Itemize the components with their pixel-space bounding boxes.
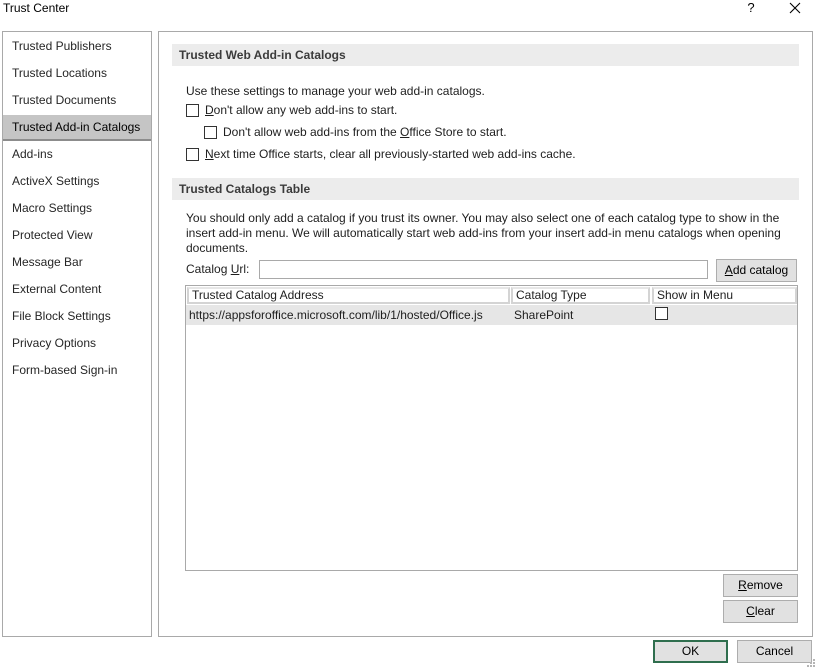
sidebar-item-macro-settings[interactable]: Macro Settings — [3, 196, 151, 220]
sidebar-item-file-block-settings[interactable]: File Block Settings — [3, 304, 151, 328]
sidebar-item-add-ins[interactable]: Add-ins — [3, 142, 151, 166]
show-in-menu-checkbox[interactable] — [655, 307, 668, 320]
sidebar-item-protected-view[interactable]: Protected View — [3, 223, 151, 247]
disallow-office-store-label[interactable]: Don't allow web add-ins from the Office … — [223, 125, 507, 139]
sidebar-item-privacy-options[interactable]: Privacy Options — [3, 331, 151, 355]
sidebar-item-activex-settings[interactable]: ActiveX Settings — [3, 169, 151, 193]
clear-cache-label[interactable]: Next time Office starts, clear all previ… — [205, 147, 576, 161]
sidebar-item-trusted-publishers[interactable]: Trusted Publishers — [3, 34, 151, 58]
catalog-type-cell: SharePoint — [514, 308, 574, 322]
column-header-type[interactable]: Catalog Type — [511, 287, 650, 304]
clear-cache-checkbox[interactable] — [186, 148, 199, 161]
add-catalog-button[interactable]: Add catalog — [716, 259, 797, 282]
catalogs-description-line2: insert add-in menu. We will automaticall… — [186, 226, 781, 240]
web-catalogs-header: Trusted Web Add-in Catalogs — [172, 44, 799, 66]
column-header-show-in-menu[interactable]: Show in Menu — [652, 287, 797, 304]
web-catalogs-description: Use these settings to manage your web ad… — [186, 84, 485, 98]
sidebar-item-trusted-locations[interactable]: Trusted Locations — [3, 61, 151, 85]
clear-button[interactable]: Clear — [723, 600, 798, 623]
ok-button[interactable]: OK — [653, 640, 728, 663]
catalog-url-input[interactable] — [259, 260, 708, 279]
window-title: Trust Center — [3, 1, 70, 15]
remove-button[interactable]: Remove — [723, 574, 798, 597]
cancel-button[interactable]: Cancel — [737, 640, 812, 663]
sidebar-item-trusted-add-in-catalogs[interactable]: Trusted Add-in Catalogs — [3, 115, 151, 141]
resize-grip-icon[interactable] — [806, 657, 816, 667]
catalogs-description-line3: documents. — [186, 241, 249, 255]
catalog-url-label: Catalog Url: — [186, 262, 250, 276]
help-button[interactable]: ? — [745, 0, 757, 16]
column-header-address[interactable]: Trusted Catalog Address — [187, 287, 510, 304]
disallow-all-web-addins-checkbox[interactable] — [186, 104, 199, 117]
catalog-address-cell: https://appsforoffice.microsoft.com/lib/… — [189, 308, 483, 322]
content-panel: Trusted Web Add-in Catalogs Use these se… — [158, 31, 813, 637]
disallow-all-web-addins-label[interactable]: Don't allow any web add-ins to start. — [205, 103, 397, 117]
catalogs-table-header: Trusted Catalogs Table — [172, 178, 799, 200]
table-row[interactable]: https://appsforoffice.microsoft.com/lib/… — [186, 305, 797, 325]
sidebar-item-form-based-sign-in[interactable]: Form-based Sign-in — [3, 358, 151, 382]
sidebar: Trusted Publishers Trusted Locations Tru… — [2, 31, 152, 637]
trusted-catalogs-table: Trusted Catalog Address Catalog Type Sho… — [185, 285, 798, 571]
catalogs-description-line1: You should only add a catalog if you tru… — [186, 211, 780, 225]
close-icon[interactable] — [787, 0, 803, 16]
sidebar-item-message-bar[interactable]: Message Bar — [3, 250, 151, 274]
sidebar-item-external-content[interactable]: External Content — [3, 277, 151, 301]
sidebar-item-trusted-documents[interactable]: Trusted Documents — [3, 88, 151, 112]
disallow-office-store-checkbox[interactable] — [204, 126, 217, 139]
